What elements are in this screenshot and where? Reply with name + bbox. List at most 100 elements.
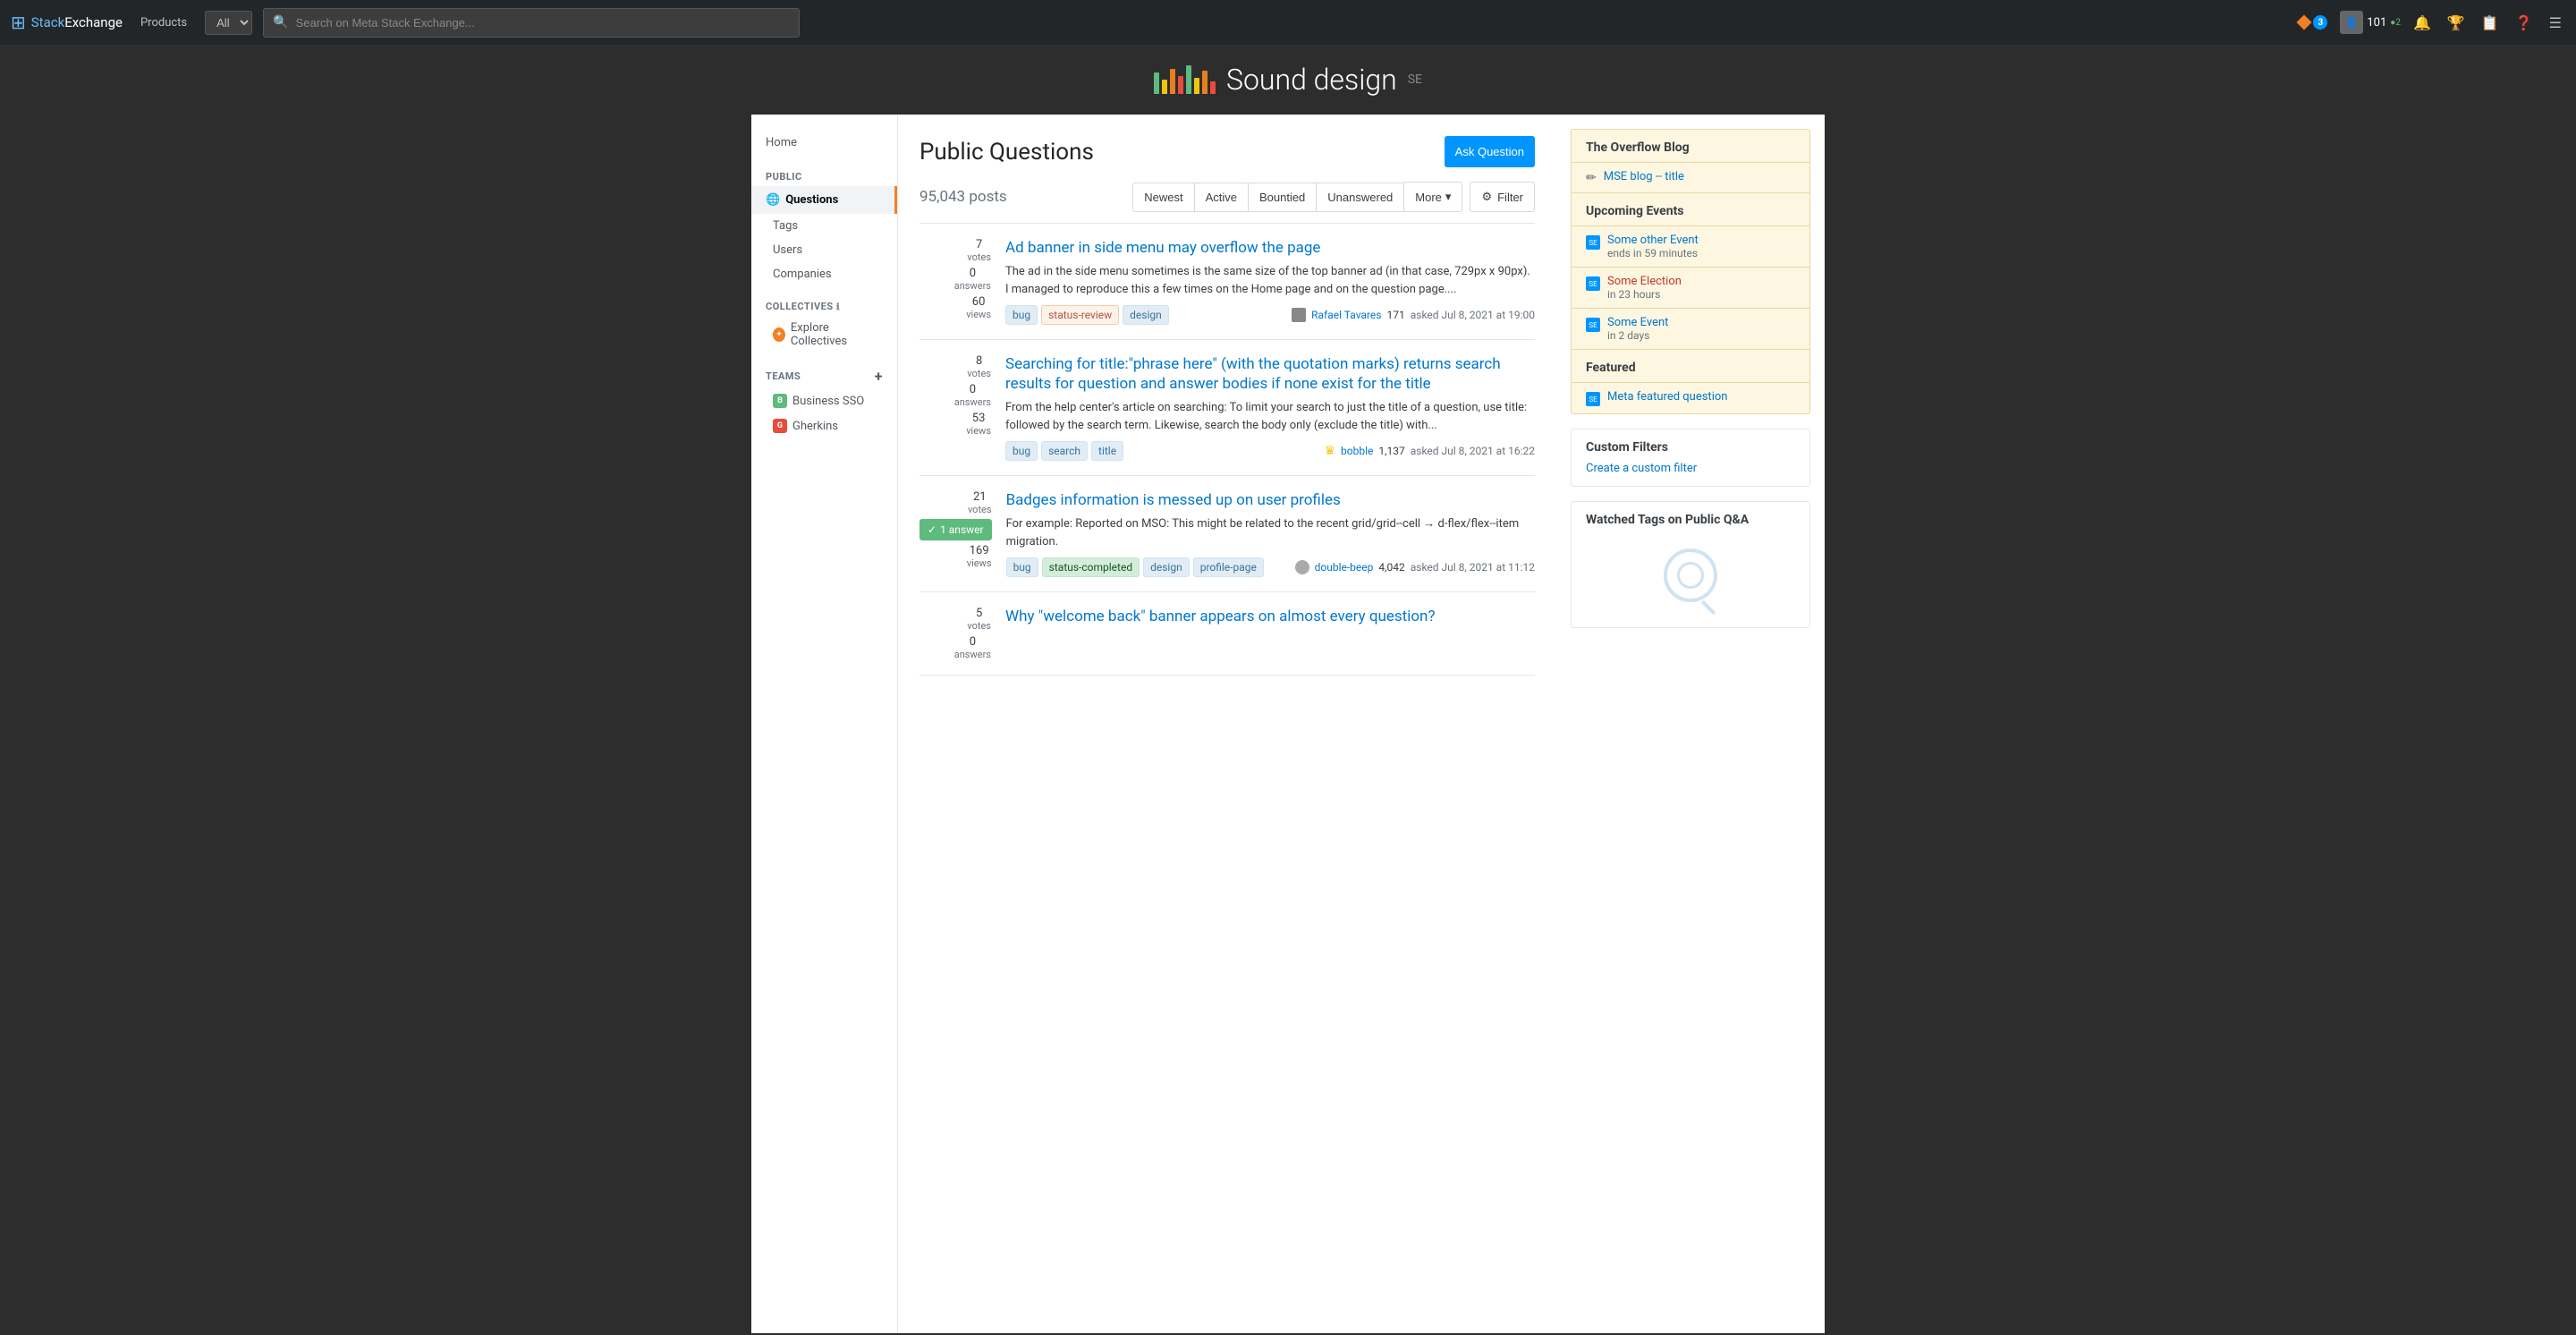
teams-add-button[interactable]: + xyxy=(875,368,883,385)
tags-and-meta: bug status-completed design profile-page… xyxy=(1006,557,1535,577)
bar-3 xyxy=(1170,69,1175,94)
site-logo-link[interactable]: ⊞ StackExchange xyxy=(11,12,123,33)
user-name[interactable]: Rafael Tavares xyxy=(1311,309,1381,321)
question-title[interactable]: Badges information is messed up on user … xyxy=(1006,490,1535,510)
list-item: SE Some Election in 23 hours xyxy=(1572,267,1809,308)
blog-item: ✏ MSE blog -- title xyxy=(1572,162,1809,192)
search-bar: 🔍 xyxy=(263,8,800,38)
sidebar-collectives-label: COLLECTIVES ℹ xyxy=(751,286,897,316)
question-title[interactable]: Searching for title:"phrase here" (with … xyxy=(1005,354,1535,394)
question-excerpt: The ad in the side menu sometimes is the… xyxy=(1005,263,1535,298)
event-icon-2: SE xyxy=(1586,276,1600,291)
tags-and-meta: bug status-review design Rafael Tavares … xyxy=(1005,305,1535,325)
hamburger-icon[interactable]: ☰ xyxy=(2546,11,2565,35)
inbox-icon[interactable]: 🔔 xyxy=(2410,11,2435,35)
blog-link[interactable]: MSE blog -- title xyxy=(1604,170,1684,183)
tag-bug[interactable]: bug xyxy=(1006,557,1038,577)
question-title[interactable]: Why "welcome back" banner appears on alm… xyxy=(1005,607,1535,626)
site-header: Sound designSE xyxy=(0,45,2576,115)
user-meta: ♛ bobble 1,137 asked Jul 8, 2021 at 16:2… xyxy=(1324,444,1535,458)
question-title[interactable]: Ad banner in side menu may overflow the … xyxy=(1005,238,1535,258)
question-stats: 8 votes 0 answers 53 views xyxy=(919,354,991,461)
avatar: 👤 xyxy=(2340,11,2363,34)
achievements-icon[interactable]: 3 xyxy=(2295,12,2331,33)
sidebar-item-companies[interactable]: Companies xyxy=(751,262,897,286)
sidebar-item-team-business-sso[interactable]: B Business SSO xyxy=(751,388,897,413)
tag-search[interactable]: search xyxy=(1041,441,1088,461)
event-name-2[interactable]: Some Election xyxy=(1607,275,1682,288)
sidebar-item-questions[interactable]: 🌐 Questions xyxy=(751,186,897,214)
user-name[interactable]: double-beep xyxy=(1315,561,1374,574)
bar-4 xyxy=(1178,76,1183,94)
sidebar-item-users[interactable]: Users xyxy=(751,238,897,262)
products-nav[interactable]: Products xyxy=(133,13,194,33)
right-sidebar: The Overflow Blog ✏ MSE blog -- title Up… xyxy=(1556,115,1825,1333)
user-rep: 1,137 xyxy=(1378,445,1404,457)
asked-time: asked Jul 8, 2021 at 11:12 xyxy=(1411,561,1535,574)
search-icon xyxy=(1664,548,1717,602)
sidebar-public-label: PUBLIC xyxy=(751,157,897,186)
event-name-1[interactable]: Some other Event xyxy=(1607,234,1699,247)
bar-5 xyxy=(1186,65,1191,94)
upcoming-events-title: Upcoming Events xyxy=(1572,192,1809,225)
sidebar-item-home[interactable]: Home xyxy=(751,129,897,157)
views-stat: 169 views xyxy=(967,544,992,569)
custom-filters-title: Custom Filters xyxy=(1586,440,1795,455)
team-g-icon: G xyxy=(773,419,787,433)
tag-bug[interactable]: bug xyxy=(1005,305,1038,325)
review-icon[interactable]: 📋 xyxy=(2478,11,2503,35)
filter-button[interactable]: ⚙ Filter xyxy=(1470,182,1535,212)
help-icon[interactable]: ❓ xyxy=(2512,11,2537,35)
tag-title[interactable]: title xyxy=(1091,441,1123,461)
tag-bug[interactable]: bug xyxy=(1005,441,1038,461)
info-icon[interactable]: ℹ xyxy=(836,302,840,312)
tags: bug search title xyxy=(1005,441,1123,461)
bar-2 xyxy=(1162,80,1167,94)
create-custom-filter-link[interactable]: Create a custom filter xyxy=(1586,462,1697,475)
search-illustration xyxy=(1586,534,1795,616)
globe-icon: 🌐 xyxy=(766,193,780,207)
tag-design[interactable]: design xyxy=(1143,557,1190,577)
bar-6 xyxy=(1194,78,1199,94)
tag-profile-page[interactable]: profile-page xyxy=(1193,557,1264,577)
tag-status-review[interactable]: status-review xyxy=(1041,305,1119,325)
event-name-3[interactable]: Some Event xyxy=(1607,316,1668,329)
filter-controls: Newest Active Bountied Unanswered More ▾… xyxy=(1132,182,1535,212)
user-profile[interactable]: 👤 101 ●2 xyxy=(2340,11,2401,34)
tab-newest[interactable]: Newest xyxy=(1132,183,1194,212)
table-row: 5 votes 0 answers Why "welcome back" ban… xyxy=(919,592,1535,676)
event-icon-3: SE xyxy=(1586,318,1600,332)
tab-more[interactable]: More ▾ xyxy=(1404,182,1462,212)
featured-link[interactable]: Meta featured question xyxy=(1607,390,1727,404)
tab-active[interactable]: Active xyxy=(1195,183,1249,212)
tags: bug status-review design xyxy=(1005,305,1169,325)
question-body: Badges information is messed up on user … xyxy=(1006,490,1535,577)
sidebar-item-tags[interactable]: Tags xyxy=(751,214,897,238)
site-logo: Sound designSE xyxy=(1154,63,1422,97)
user-meta: Rafael Tavares 171 asked Jul 8, 2021 at … xyxy=(1292,308,1535,322)
post-count: 95,043 posts xyxy=(919,188,1007,206)
achievements-trophy-icon[interactable]: 🏆 xyxy=(2444,11,2469,35)
site-se-suffix: SE xyxy=(1408,72,1422,87)
table-row: 21 votes ✓ 1 answer 169 views xyxy=(919,476,1535,592)
tab-bountied[interactable]: Bountied xyxy=(1249,183,1317,212)
event-icon-1: SE xyxy=(1586,235,1600,250)
user-name[interactable]: bobble xyxy=(1341,445,1373,457)
custom-filters-box: Custom Filters Create a custom filter xyxy=(1571,429,1810,487)
question-excerpt: From the help center's article on search… xyxy=(1005,399,1535,434)
page-title: Public Questions xyxy=(919,139,1094,166)
sidebar-item-explore-collectives[interactable]: ✦ Explore Collectives xyxy=(751,316,897,353)
ask-question-button[interactable]: Ask Question xyxy=(1445,136,1535,167)
content-header: Public Questions Ask Question xyxy=(919,136,1535,167)
nav-right: 3 👤 101 ●2 🔔 🏆 📋 ❓ ☰ xyxy=(2295,11,2565,35)
event-time-3: in 2 days xyxy=(1607,329,1668,342)
tag-design[interactable]: design xyxy=(1123,305,1169,325)
tag-status-completed[interactable]: status-completed xyxy=(1042,557,1140,577)
search-input[interactable] xyxy=(296,16,791,30)
avatar xyxy=(1292,308,1306,322)
sidebar-item-team-gherkins[interactable]: G Gherkins xyxy=(751,413,897,438)
search-scope-select[interactable]: All xyxy=(205,11,252,35)
tags-and-meta: bug search title ♛ bobble 1,137 asked Ju… xyxy=(1005,441,1535,461)
tab-unanswered[interactable]: Unanswered xyxy=(1317,183,1404,212)
list-item: SE Some other Event ends in 59 minutes xyxy=(1572,225,1809,267)
